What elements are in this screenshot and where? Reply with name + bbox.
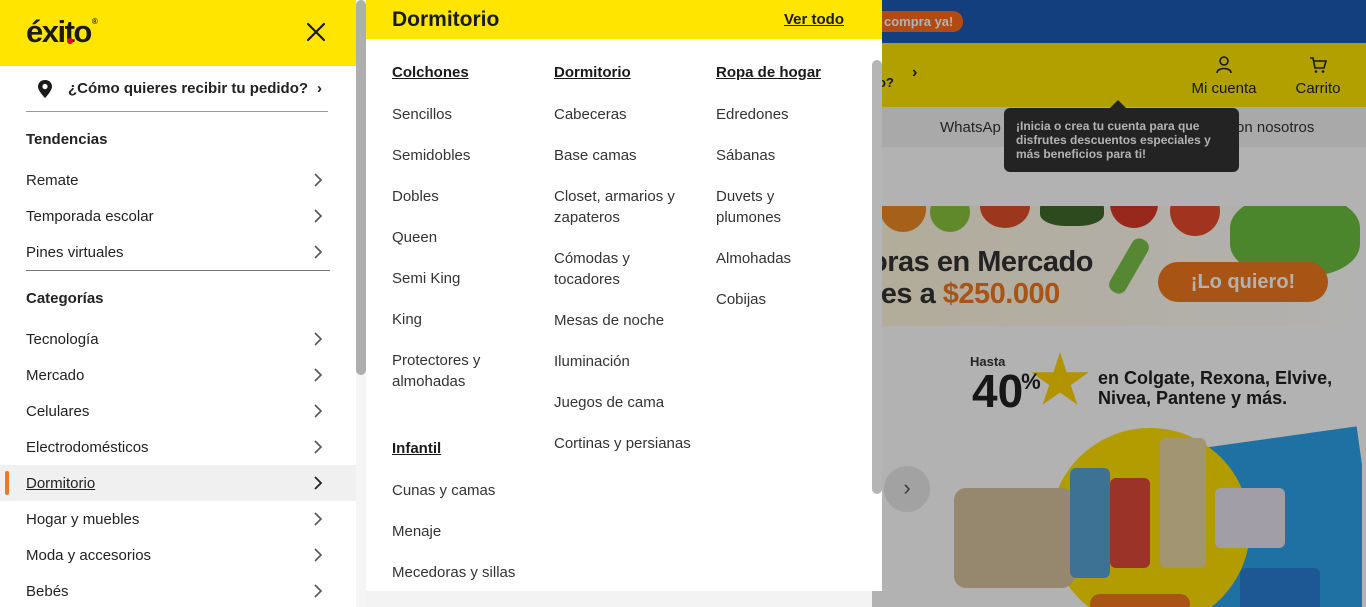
drawer-header: éxito® xyxy=(0,0,356,66)
nav-item-tecnologia[interactable]: Tecnología xyxy=(0,321,356,357)
link-mesas-de-noche[interactable]: Mesas de noche xyxy=(554,310,704,331)
chevron-right-icon xyxy=(314,584,323,598)
dormitorio-submenu: Dormitorio Ver todo Colchones Sencillos … xyxy=(366,0,882,591)
category-ropa-de-hogar[interactable]: Ropa de hogar xyxy=(716,64,821,81)
nav-item-bebes[interactable]: Bebés xyxy=(0,573,356,607)
categorias-heading: Categorías xyxy=(26,290,104,307)
section-divider xyxy=(26,270,330,271)
chevron-right-icon xyxy=(314,245,323,259)
link-semidobles[interactable]: Semidobles xyxy=(392,145,542,166)
navigation-drawer: éxito® ¿Cómo quieres recibir tu pedido? … xyxy=(0,0,356,607)
chevron-right-icon xyxy=(314,512,323,526)
nav-item-electrodomesticos[interactable]: Electrodomésticos xyxy=(0,429,356,465)
link-duvets-y-plumones[interactable]: Duvets y plumones xyxy=(716,186,806,228)
link-cunas-y-camas[interactable]: Cunas y camas xyxy=(392,480,542,501)
chevron-right-icon xyxy=(314,476,323,490)
link-king[interactable]: King xyxy=(392,309,542,330)
chevron-right-icon xyxy=(314,332,323,346)
exito-logo[interactable]: éxito® xyxy=(26,14,98,50)
category-infantil[interactable]: Infantil xyxy=(392,440,441,457)
link-sencillos[interactable]: Sencillos xyxy=(392,104,542,125)
link-mecedoras-y-sillas[interactable]: Mecedoras y sillas xyxy=(392,562,542,583)
link-base-camas[interactable]: Base camas xyxy=(554,145,704,166)
link-semi-king[interactable]: Semi King xyxy=(392,268,542,289)
delivery-question: ¿Cómo quieres recibir tu pedido? xyxy=(68,80,309,97)
location-pin-icon xyxy=(38,79,52,98)
tendencias-heading: Tendencias xyxy=(26,131,108,148)
close-icon xyxy=(306,22,326,42)
submenu-title: Dormitorio xyxy=(392,8,500,31)
link-edredones[interactable]: Edredones xyxy=(716,104,866,125)
link-cabeceras[interactable]: Cabeceras xyxy=(554,104,704,125)
link-dobles[interactable]: Dobles xyxy=(392,186,542,207)
link-queen[interactable]: Queen xyxy=(392,227,542,248)
link-cobijas[interactable]: Cobijas xyxy=(716,289,866,310)
nav-item-celulares[interactable]: Celulares xyxy=(0,393,356,429)
link-almohadas[interactable]: Almohadas xyxy=(716,248,866,269)
drawer-scrollbar[interactable] xyxy=(356,0,366,607)
close-button[interactable] xyxy=(302,18,330,46)
link-menaje[interactable]: Menaje xyxy=(392,521,542,542)
link-sabanas[interactable]: Sábanas xyxy=(716,145,866,166)
chevron-right-icon xyxy=(314,404,323,418)
chevron-right-icon xyxy=(314,209,323,223)
link-juegos-de-cama[interactable]: Juegos de cama xyxy=(554,392,704,413)
nav-item-moda-y-accesorios[interactable]: Moda y accesorios xyxy=(0,537,356,573)
see-all-link[interactable]: Ver todo xyxy=(784,11,844,28)
nav-item-mercado[interactable]: Mercado xyxy=(0,357,356,393)
nav-item-dormitorio[interactable]: Dormitorio xyxy=(0,465,356,501)
chevron-right-icon xyxy=(314,173,323,187)
category-dormitorio[interactable]: Dormitorio xyxy=(554,64,631,81)
submenu-header: Dormitorio Ver todo xyxy=(366,0,882,39)
delivery-method-selector[interactable]: ¿Cómo quieres recibir tu pedido? › xyxy=(26,66,328,112)
submenu-footer xyxy=(366,591,872,607)
link-iluminacion[interactable]: Iluminación xyxy=(554,351,704,372)
nav-item-temporada-escolar[interactable]: Temporada escolar xyxy=(0,198,356,234)
chevron-right-icon xyxy=(314,368,323,382)
chevron-right-icon: › xyxy=(317,80,322,97)
nav-item-remate[interactable]: Remate xyxy=(0,162,356,198)
link-closet-armarios-zapateros[interactable]: Closet, armarios y zapateros xyxy=(554,186,694,228)
link-comodas-y-tocadores[interactable]: Cómodas y tocadores xyxy=(554,248,654,290)
submenu-scrollbar-thumb[interactable] xyxy=(872,60,882,494)
nav-item-hogar-y-muebles[interactable]: Hogar y muebles xyxy=(0,501,356,537)
link-protectores-y-almohadas[interactable]: Protectores y almohadas xyxy=(392,350,512,392)
active-indicator xyxy=(5,471,9,495)
chevron-right-icon xyxy=(314,440,323,454)
link-cortinas-y-persianas[interactable]: Cortinas y persianas xyxy=(554,433,714,454)
category-colchones[interactable]: Colchones xyxy=(392,64,469,81)
drawer-scrollbar-thumb[interactable] xyxy=(356,0,366,375)
chevron-right-icon xyxy=(314,548,323,562)
nav-item-pines-virtuales[interactable]: Pines virtuales xyxy=(0,234,356,270)
